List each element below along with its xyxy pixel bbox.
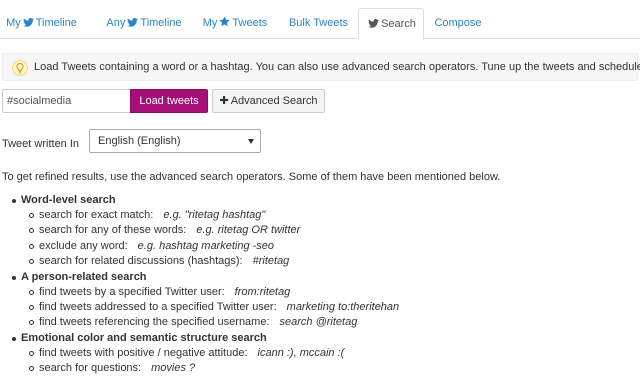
twitter-bird-icon [22, 18, 34, 27]
operator-example: from:ritetag [234, 285, 291, 298]
tab-compose[interactable]: Compose [424, 8, 492, 39]
section-title: Word-level search [8, 193, 399, 208]
search-input[interactable] [2, 89, 130, 113]
tab-label: Bulk Tweets [288, 17, 349, 29]
info-banner: Load Tweets containing a word or a hasht… [2, 53, 640, 81]
tab-any-timeline[interactable]: Any Timeline [96, 8, 192, 39]
tab-bulk-tweets[interactable]: Bulk Tweets [279, 8, 358, 39]
advanced-search-button[interactable]: ✚ Advanced Search [212, 89, 325, 113]
advanced-search-label: Advanced Search [230, 95, 318, 107]
operator-description: search for exact match: [39, 209, 154, 221]
tab-label: Tweets [232, 17, 268, 29]
tab-prefix: My [202, 17, 218, 29]
language-select[interactable]: English (English) [89, 129, 261, 153]
section-title: A person-related search [8, 270, 399, 285]
tab-my-tweets[interactable]: My Tweets [193, 8, 277, 39]
list-item: find tweets referencing the specified us… [8, 315, 399, 330]
operator-description: find tweets by a specified Twitter user: [39, 285, 225, 298]
operator-description: find tweets addressed to a specified Twi… [39, 300, 277, 313]
twitter-bird-icon [127, 18, 139, 27]
caret-down-icon [248, 139, 254, 144]
list-item: find tweets addressed to a specified Twi… [8, 300, 399, 315]
load-tweets-button[interactable]: Load tweets [130, 89, 208, 113]
list-item: search for questions: movies ? [8, 361, 399, 376]
lightbulb-icon [12, 60, 28, 76]
operator-example: #ritetag [252, 255, 290, 268]
operator-description: search for any of these words: [39, 224, 187, 237]
tab-label: Compose [434, 17, 482, 29]
intro-text: To get refined results, use the advanced… [2, 171, 501, 183]
operator-example: marketing to:theritehan [286, 300, 400, 313]
operators-list: Word-level search search for exact match… [8, 193, 399, 377]
tab-search[interactable]: Search [358, 8, 424, 40]
operator-description: find tweets with positive / negative att… [39, 346, 248, 359]
tab-prefix: My [6, 17, 21, 29]
tab-my-timeline[interactable]: My Timeline [0, 8, 83, 39]
twitter-bird-icon [368, 19, 379, 28]
plus-icon: ✚ [219, 95, 229, 107]
operator-description: search for questions: [39, 362, 142, 375]
nav-tabs: My Timeline Any Timeline My Tweets Bulk Twe… [0, 8, 640, 40]
section-title: Emotional color and semantic structure s… [8, 331, 399, 346]
operator-example: e.g. hashtag marketing -seo [137, 239, 275, 252]
operator-example: search @ritetag [279, 316, 358, 329]
list-item: find tweets by a specified Twitter user:… [8, 285, 399, 300]
operator-description: exclude any word: [39, 239, 128, 252]
operator-description: search for related discussions (hashtags… [39, 255, 243, 268]
operator-description: find tweets referencing the specified us… [39, 316, 270, 329]
info-text: Load Tweets containing a word or a hasht… [34, 61, 640, 73]
operator-example: movies ? [151, 362, 196, 375]
tab-prefix: Any [106, 17, 126, 29]
star-icon [219, 16, 230, 27]
list-item: search for related discussions (hashtags… [8, 254, 399, 269]
operator-example: icann :), mccain :( [257, 346, 345, 359]
tab-label: Timeline [140, 17, 182, 29]
list-item: find tweets with positive / negative att… [8, 346, 399, 361]
tab-label: Timeline [35, 17, 77, 29]
language-selected-value: English (English) [98, 135, 181, 147]
language-label: Tweet written In [2, 138, 80, 150]
list-item: search for exact match: e.g. "ritetag has… [8, 208, 399, 223]
list-item: search for any of these words: e.g. ritet… [8, 223, 399, 238]
tab-label: Search [381, 18, 416, 30]
operator-example: e.g. "ritetag hashtag" [163, 209, 266, 221]
operator-example: e.g. ritetag OR twitter [196, 224, 301, 237]
list-item: exclude any word: e.g. hashtag marketing … [8, 239, 399, 254]
